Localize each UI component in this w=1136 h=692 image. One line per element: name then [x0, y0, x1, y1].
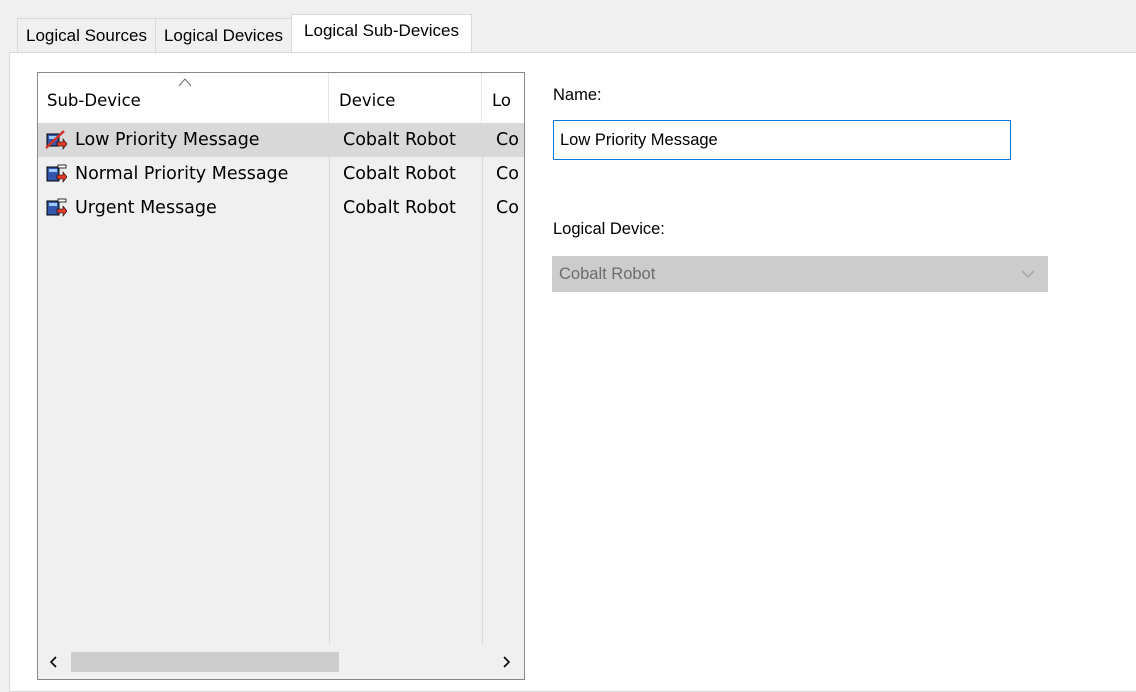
column-header-label: Sub-Device: [47, 91, 141, 110]
cell-sub-device: Low Priority Message: [75, 130, 260, 150]
scrollbar-thumb[interactable]: [71, 652, 339, 672]
list-row[interactable]: Low Priority Message Cobalt Robot Co: [38, 123, 524, 157]
cell-device: Cobalt Robot: [343, 198, 456, 218]
chevron-down-icon: [1021, 270, 1035, 278]
tab-logical-sources[interactable]: Logical Sources: [17, 18, 156, 52]
list-row[interactable]: Normal Priority Message Cobalt Robot Co: [38, 157, 524, 191]
scroll-left-icon[interactable]: [46, 654, 62, 670]
tab-label: Logical Devices: [163, 25, 284, 45]
column-divider: [329, 123, 330, 645]
tab-logical-devices[interactable]: Logical Devices: [154, 18, 293, 52]
column-header-sub-device[interactable]: Sub-Device: [38, 73, 329, 123]
cell-sub-device: Urgent Message: [75, 198, 217, 218]
column-header-label: Lo: [492, 91, 511, 110]
list-body: Low Priority Message Cobalt Robot Co Nor…: [38, 123, 524, 645]
subdevice-icon: [46, 198, 67, 217]
column-header-label: Device: [339, 91, 396, 110]
logical-device-value: Cobalt Robot: [559, 265, 656, 283]
low-priority-subdevice-icon: [45, 130, 67, 150]
cell-third: Co: [496, 164, 519, 184]
list-row[interactable]: Urgent Message Cobalt Robot Co: [38, 191, 524, 225]
column-divider: [482, 123, 483, 645]
logical-device-label: Logical Device:: [553, 220, 665, 238]
cell-device: Cobalt Robot: [343, 130, 456, 150]
subdevice-icon: [46, 164, 67, 183]
scroll-right-icon[interactable]: [498, 654, 514, 670]
column-header-third[interactable]: Lo: [483, 73, 524, 123]
name-field[interactable]: [553, 120, 1011, 160]
sub-device-list[interactable]: Sub-Device Device Lo Low Priority Messag…: [37, 72, 525, 680]
cell-device: Cobalt Robot: [343, 164, 456, 184]
cell-third: Co: [496, 198, 519, 218]
column-header-device[interactable]: Device: [330, 73, 482, 123]
cell-sub-device: Normal Priority Message: [75, 164, 289, 184]
tab-strip: Logical Sources Logical Devices Logical …: [17, 14, 472, 52]
tab-logical-sub-devices[interactable]: Logical Sub-Devices: [291, 14, 472, 52]
logical-device-dropdown[interactable]: Cobalt Robot: [552, 256, 1048, 292]
sort-ascending-icon: [178, 78, 192, 87]
tab-label: Logical Sub-Devices: [304, 21, 459, 40]
list-header: Sub-Device Device Lo: [38, 73, 524, 123]
horizontal-scrollbar[interactable]: [38, 644, 524, 679]
cell-third: Co: [496, 130, 519, 150]
name-label: Name:: [553, 86, 602, 104]
tab-label: Logical Sources: [26, 25, 147, 45]
